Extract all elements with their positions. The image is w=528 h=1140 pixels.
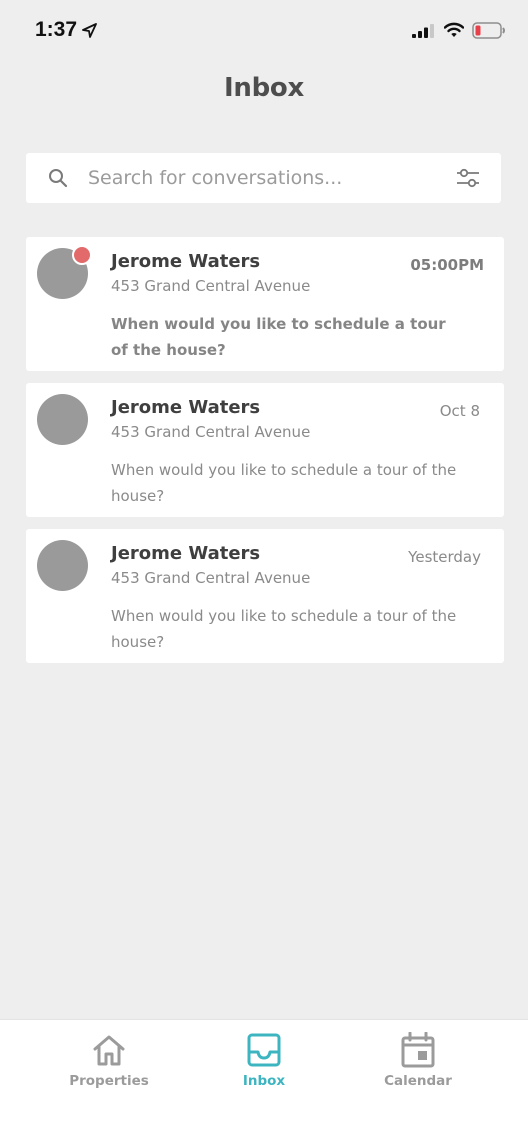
conversation-item[interactable]: Jerome Waters 453 Grand Central Avenue 0… (26, 237, 504, 371)
filter-sliders-icon[interactable] (456, 167, 480, 189)
message-time: Yesterday (408, 548, 481, 566)
conversation-item[interactable]: Jerome Waters 453 Grand Central Avenue Y… (26, 529, 504, 663)
avatar (37, 394, 88, 445)
message-preview: When would you like to schedule a tour o… (111, 461, 457, 505)
calendar-icon (401, 1032, 435, 1068)
location-arrow-icon (82, 23, 97, 38)
message-time: Oct 8 (439, 402, 480, 420)
property-address: 453 Grand Central Avenue (111, 277, 311, 295)
nav-label: Properties (69, 1073, 149, 1089)
battery-low-icon (472, 22, 505, 39)
page-title: Inbox (224, 73, 304, 103)
bottom-nav: Properties Inbox Calendar (0, 1019, 528, 1140)
contact-name: Jerome Waters (111, 251, 261, 272)
nav-label: Calendar (384, 1073, 452, 1089)
conversation-item[interactable]: Jerome Waters 453 Grand Central Avenue O… (26, 383, 504, 517)
message-time: 05:00PM (410, 256, 484, 274)
nav-item-properties[interactable]: Properties (39, 1032, 179, 1102)
nav-label: Inbox (242, 1073, 286, 1089)
search-bar[interactable] (26, 153, 501, 203)
search-input[interactable] (88, 153, 428, 203)
contact-name: Jerome Waters (111, 543, 261, 564)
contact-name: Jerome Waters (111, 397, 261, 418)
status-bar: 1:37 (0, 0, 528, 60)
home-icon (93, 1035, 125, 1066)
inbox-icon (247, 1033, 281, 1067)
property-address: 453 Grand Central Avenue (111, 569, 311, 587)
search-icon (49, 169, 68, 188)
message-preview: When would you like to schedule a tour o… (111, 607, 457, 651)
avatar (37, 540, 88, 591)
wifi-icon (444, 22, 464, 37)
nav-item-inbox[interactable]: Inbox (194, 1032, 334, 1102)
status-time: 1:37 (35, 18, 78, 41)
cellular-signal-icon (412, 24, 434, 38)
message-preview: When would you like to schedule a tour o… (111, 315, 446, 359)
property-address: 453 Grand Central Avenue (111, 423, 311, 441)
nav-item-calendar[interactable]: Calendar (348, 1032, 488, 1102)
unread-badge (72, 245, 92, 265)
